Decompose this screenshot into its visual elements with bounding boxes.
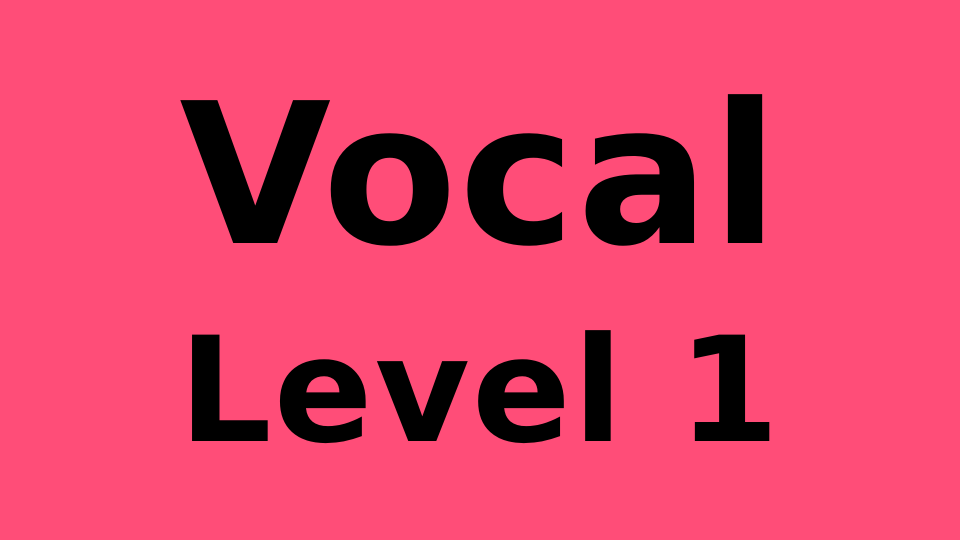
title-line-vocal: Vocal (179, 62, 781, 290)
title-slide: Vocal Level 1 (0, 0, 960, 540)
title-line-level: Level 1 (178, 306, 782, 476)
